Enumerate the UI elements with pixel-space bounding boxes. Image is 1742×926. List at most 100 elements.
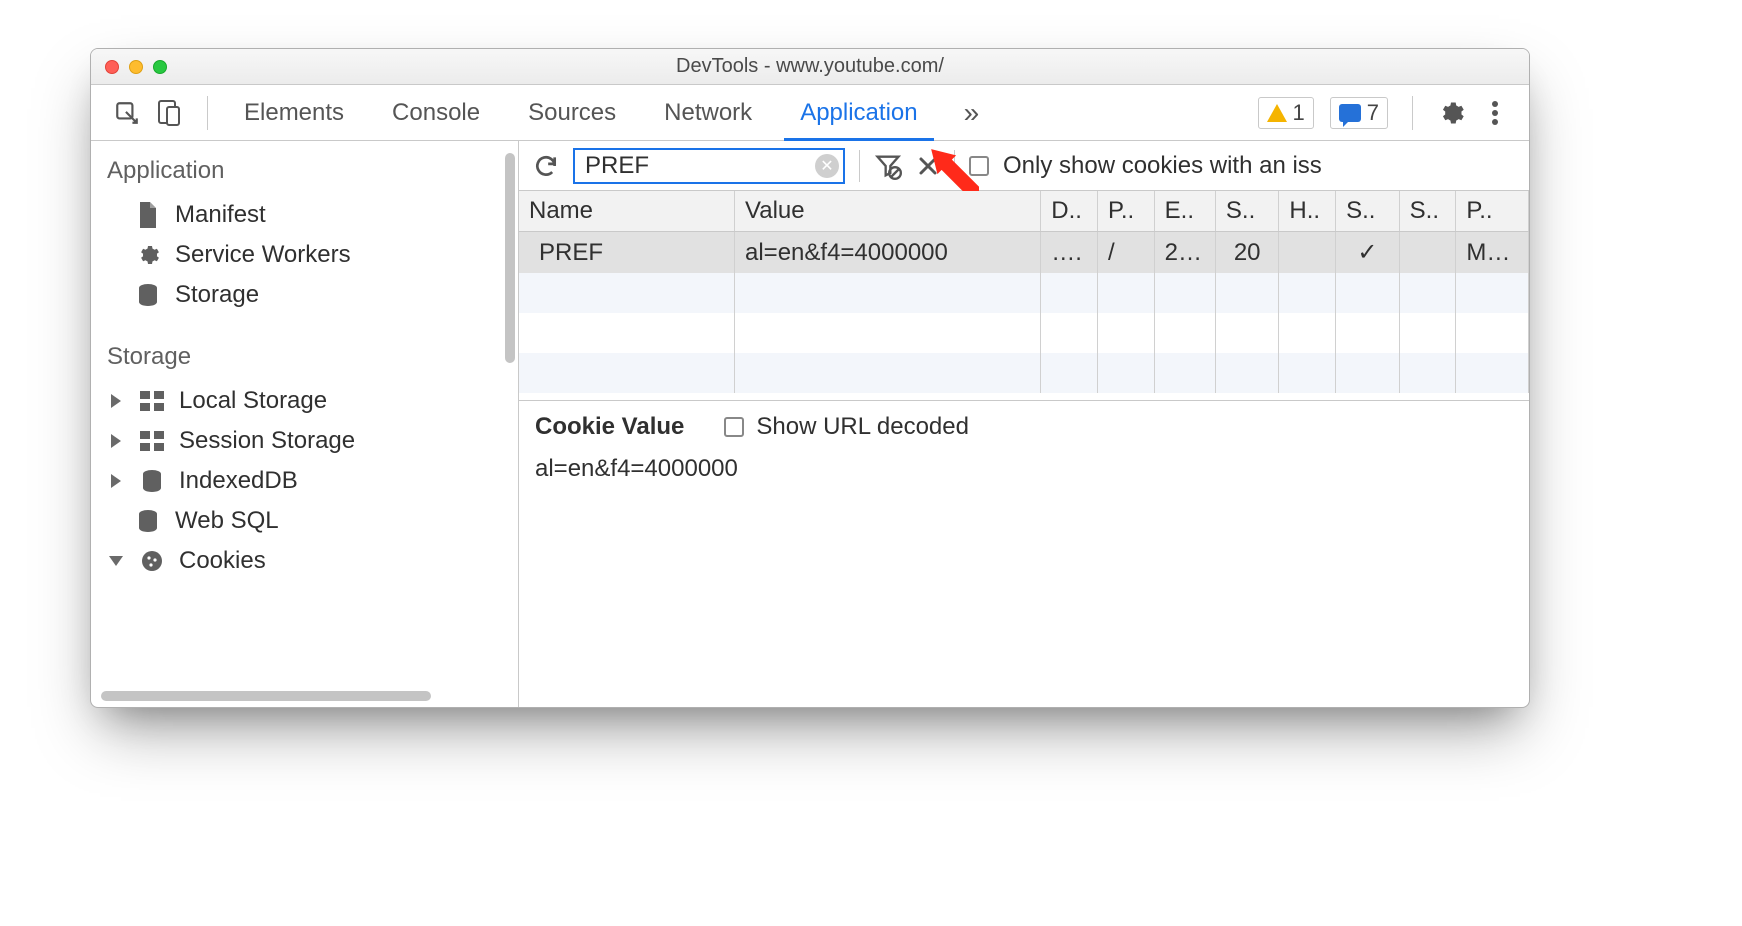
warning-icon — [1267, 104, 1287, 122]
col-domain[interactable]: D.. — [1041, 191, 1098, 232]
tab-network[interactable]: Network — [640, 85, 776, 140]
cell-domain: …. — [1041, 232, 1098, 274]
cell-secure: ✓ — [1336, 232, 1400, 274]
sidebar-item-cookies[interactable]: Cookies — [91, 541, 518, 581]
application-sidebar: Application Manifest Service Workers Sto… — [91, 141, 519, 707]
cell-size: 20 — [1215, 232, 1279, 274]
cookies-toolbar: ✕ Only s — [519, 141, 1529, 191]
sidebar-item-session-storage[interactable]: Session Storage — [91, 421, 518, 461]
window-titlebar: DevTools - www.youtube.com/ — [91, 49, 1529, 85]
sidebar-item-local-storage[interactable]: Local Storage — [91, 381, 518, 421]
database-icon — [135, 508, 161, 534]
panel-body: Application Manifest Service Workers Sto… — [91, 141, 1529, 707]
clear-filter-icon[interactable] — [874, 152, 902, 180]
reload-icon[interactable] — [533, 153, 559, 179]
database-icon — [135, 282, 161, 308]
cookie-value-text: al=en&f4=4000000 — [535, 455, 1513, 483]
cell-path: / — [1097, 232, 1154, 274]
grid-icon — [139, 388, 165, 414]
tab-sources[interactable]: Sources — [504, 85, 640, 140]
url-decoded-label: Show URL decoded — [756, 413, 969, 441]
zoom-window-button[interactable] — [153, 60, 167, 74]
col-path[interactable]: P.. — [1097, 191, 1154, 232]
warnings-count: 1 — [1293, 100, 1305, 126]
gear-icon — [135, 242, 161, 268]
cookie-icon — [139, 548, 165, 574]
col-samesite[interactable]: S.. — [1399, 191, 1456, 232]
tab-application[interactable]: Application — [776, 85, 941, 140]
devtools-window: DevTools - www.youtube.com/ Elements Con… — [90, 48, 1530, 708]
cell-name: PREF — [519, 232, 735, 274]
col-size[interactable]: S.. — [1215, 191, 1279, 232]
chevron-down-icon — [109, 556, 123, 566]
table-row[interactable] — [519, 273, 1529, 313]
device-toolbar-icon[interactable] — [155, 99, 183, 127]
sidebar-section-storage: Storage — [91, 315, 518, 381]
message-icon — [1339, 104, 1361, 122]
cookie-value-heading: Cookie Value — [535, 413, 684, 441]
clear-input-icon[interactable]: ✕ — [815, 154, 839, 178]
inspect-element-icon[interactable] — [113, 99, 141, 127]
filter-input[interactable] — [573, 148, 845, 184]
sidebar-item-label: Cookies — [179, 547, 266, 575]
sidebar-item-web-sql[interactable]: Web SQL — [91, 501, 518, 541]
divider — [1412, 96, 1413, 130]
warnings-badge[interactable]: 1 — [1258, 97, 1314, 129]
scrollbar-thumb[interactable] — [505, 153, 515, 363]
settings-icon[interactable] — [1437, 99, 1465, 127]
table-row[interactable] — [519, 353, 1529, 393]
sidebar-item-label: IndexedDB — [179, 467, 298, 495]
sidebar-item-service-workers[interactable]: Service Workers — [91, 235, 518, 275]
col-value[interactable]: Value — [735, 191, 1041, 232]
messages-badge[interactable]: 7 — [1330, 97, 1388, 129]
chevron-right-icon — [111, 394, 121, 408]
only-issue-checkbox[interactable] — [969, 156, 989, 176]
col-expires[interactable]: E.. — [1154, 191, 1215, 232]
only-issue-label: Only show cookies with an iss — [1003, 152, 1322, 180]
delete-cookie-icon[interactable] — [916, 154, 940, 178]
table-row[interactable] — [519, 313, 1529, 353]
chevron-right-icon — [111, 434, 121, 448]
sidebar-item-label: Storage — [175, 281, 259, 309]
table-row[interactable]: PREF al=en&f4=4000000 …. / 2… 20 ✓ M… — [519, 232, 1529, 274]
sidebar-item-label: Session Storage — [179, 427, 355, 455]
filter-field: ✕ — [573, 148, 845, 184]
sidebar-item-label: Service Workers — [175, 241, 351, 269]
window-controls — [105, 60, 167, 74]
cookie-detail: Cookie Value Show URL decoded al=en&f4=4… — [519, 401, 1529, 707]
divider — [954, 150, 955, 182]
cell-expires: 2… — [1154, 232, 1215, 274]
table-header-row: Name Value D.. P.. E.. S.. H.. S.. S.. P… — [519, 191, 1529, 232]
col-name[interactable]: Name — [519, 191, 735, 232]
divider — [859, 150, 860, 182]
grid-icon — [139, 428, 165, 454]
sidebar-item-indexeddb[interactable]: IndexedDB — [91, 461, 518, 501]
sidebar-item-label: Manifest — [175, 201, 266, 229]
sidebar-item-storage[interactable]: Storage — [91, 275, 518, 315]
cell-same — [1399, 232, 1456, 274]
col-priority[interactable]: P.. — [1456, 191, 1529, 232]
sidebar-item-manifest[interactable]: Manifest — [91, 195, 518, 235]
close-window-button[interactable] — [105, 60, 119, 74]
sidebar-item-label: Web SQL — [175, 507, 279, 535]
cell-value: al=en&f4=4000000 — [735, 232, 1041, 274]
col-httponly[interactable]: H.. — [1279, 191, 1336, 232]
scrollbar-thumb[interactable] — [101, 691, 431, 701]
cell-http — [1279, 232, 1336, 274]
messages-count: 7 — [1367, 100, 1379, 126]
kebab-menu-icon[interactable] — [1481, 99, 1509, 127]
minimize-window-button[interactable] — [129, 60, 143, 74]
tab-console[interactable]: Console — [368, 85, 504, 140]
panel-tabs: Elements Console Sources Network Applica… — [220, 85, 942, 140]
cookies-panel: ✕ Only s — [519, 141, 1529, 707]
url-decoded-checkbox[interactable] — [724, 417, 744, 437]
tab-elements[interactable]: Elements — [220, 85, 368, 140]
sidebar-section-application: Application — [91, 141, 518, 195]
divider — [207, 96, 208, 130]
window-title: DevTools - www.youtube.com/ — [91, 55, 1529, 78]
col-secure[interactable]: S.. — [1336, 191, 1400, 232]
file-icon — [135, 202, 161, 228]
more-tabs-button[interactable]: » — [946, 97, 998, 129]
sidebar-item-label: Local Storage — [179, 387, 327, 415]
database-icon — [139, 468, 165, 494]
